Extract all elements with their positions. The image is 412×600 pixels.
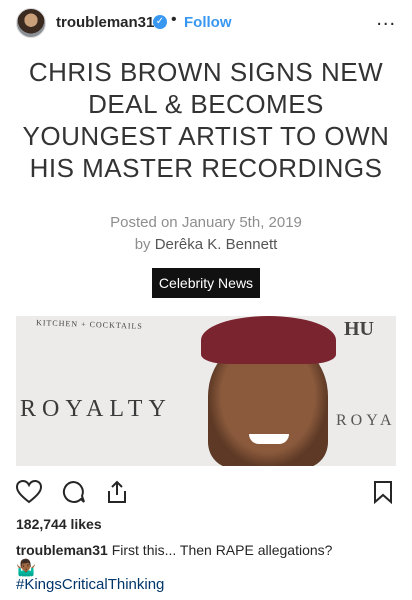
share-icon[interactable] [104, 480, 130, 509]
comment-icon[interactable] [60, 480, 86, 509]
smile-shape [249, 434, 289, 444]
author-name: Derêka K. Bennett [154, 236, 278, 253]
bookmark-icon[interactable] [372, 480, 394, 509]
cap-shape [201, 316, 336, 364]
caption-emoji: 🤷🏾‍♂️ [16, 560, 36, 577]
article-headline: CHRIS BROWN SIGNS NEW DEAL & BECOMES YOU… [22, 57, 390, 183]
post-header: troubleman31 ✓ • Follow ... [0, 0, 412, 46]
post-image[interactable]: CHRIS BROWN SIGNS NEW DEAL & BECOMES YOU… [0, 46, 412, 466]
caption: troubleman31 First this... Then RAPE all… [16, 542, 332, 558]
action-bar [0, 474, 412, 508]
post-date: Posted on January 5th, 2019 [110, 214, 302, 231]
caption-username[interactable]: troubleman31 [16, 542, 108, 558]
hashtag-link[interactable]: #KingsCriticalThinking [16, 576, 164, 593]
avatar[interactable] [16, 8, 46, 38]
byline-prefix: by [134, 236, 151, 253]
more-options-icon[interactable]: ... [376, 8, 396, 31]
caption-text: First this... Then RAPE allegations? [111, 542, 333, 558]
verified-badge-icon: ✓ [153, 15, 167, 29]
heart-icon[interactable] [15, 479, 43, 509]
username[interactable]: troubleman31 [56, 14, 154, 31]
article-photo: KITCHEN + COCKTAILS HU ROYALTY ROYAL [16, 316, 396, 466]
banner-royalty-text: ROYALTY [20, 396, 172, 422]
category-badge: Celebrity News [152, 268, 260, 298]
separator-dot: • [171, 11, 177, 28]
follow-button[interactable]: Follow [184, 14, 232, 31]
likes-count[interactable]: 182,744 likes [16, 516, 102, 532]
banner-kitchen-text: KITCHEN + COCKTAILS [35, 318, 143, 331]
banner-royalty-small-text: ROYAL [336, 412, 396, 429]
byline: by Derêka K. Bennett [0, 236, 412, 253]
banner-top-right-text: HU [344, 318, 374, 340]
